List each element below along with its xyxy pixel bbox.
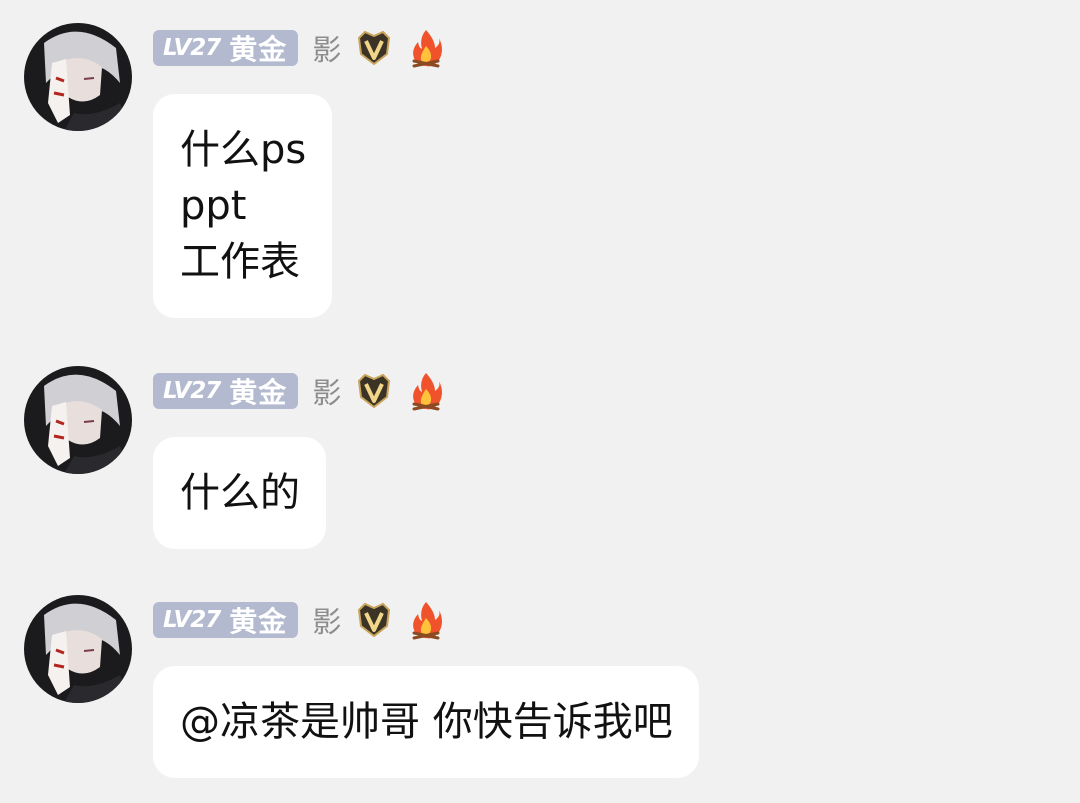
message-text: 什么的 [180, 470, 300, 516]
user-meta: LV27 黄金 影 [153, 600, 443, 640]
message-text: ppt [180, 183, 247, 229]
avatar[interactable] [24, 366, 132, 474]
level-badge: LV27 黄金 [153, 30, 299, 66]
vip-v-crest-icon [355, 600, 393, 640]
level-text: LV27 [163, 607, 221, 633]
message-bubble[interactable]: 什么的 [153, 437, 326, 549]
fire-icon [409, 600, 443, 640]
message-text: @凉茶是帅哥 你快告诉我吧 [180, 699, 673, 745]
user-meta: LV27 黄金 影 [153, 28, 443, 68]
level-badge: LV27 黄金 [153, 373, 299, 409]
vip-v-crest-icon [355, 28, 393, 68]
tier-text: 黄金 [229, 376, 288, 409]
nickname[interactable]: 影 [312, 599, 341, 641]
tier-text: 黄金 [229, 605, 288, 638]
message-text: 什么ps [180, 127, 307, 173]
nickname[interactable]: 影 [312, 370, 341, 412]
user-meta: LV27 黄金 影 [153, 371, 443, 411]
avatar[interactable] [24, 23, 132, 131]
level-text: LV27 [163, 378, 221, 404]
fire-icon [409, 371, 443, 411]
level-badge: LV27 黄金 [153, 602, 299, 638]
message-bubble[interactable]: @凉茶是帅哥 你快告诉我吧 [153, 666, 699, 778]
level-text: LV27 [163, 35, 221, 61]
fire-icon [409, 28, 443, 68]
tier-text: 黄金 [229, 33, 288, 66]
message-bubble[interactable]: 什么ps ppt 工作表 [153, 94, 333, 318]
avatar[interactable] [24, 595, 132, 703]
vip-v-crest-icon [355, 371, 393, 411]
nickname[interactable]: 影 [312, 27, 341, 69]
chat-message-list: LV27 黄金 影 什么ps ppt 工作表 LV27 黄金 影 什么的 LV2… [0, 0, 1080, 803]
message-text: 工作表 [180, 239, 300, 285]
